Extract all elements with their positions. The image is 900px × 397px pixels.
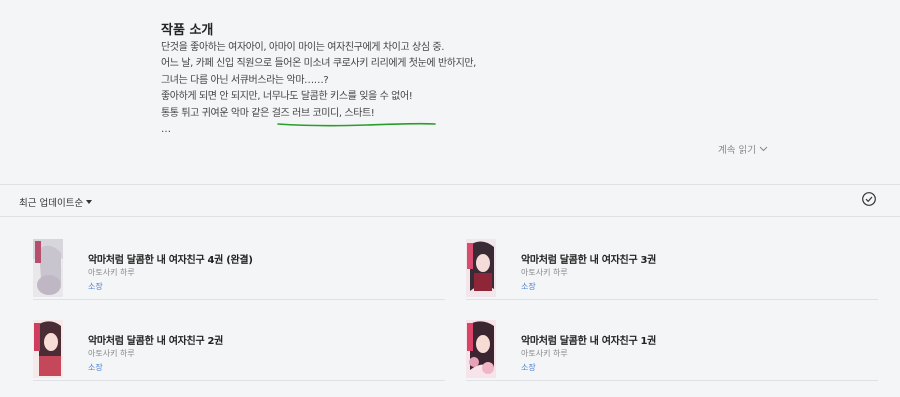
check-circle-icon[interactable]: [861, 191, 877, 207]
read-more-button[interactable]: 계속 읽기: [718, 142, 768, 156]
handwritten-underline: [277, 122, 436, 127]
caret-down-icon: [86, 200, 93, 204]
volume-author[interactable]: 아토사키 하루: [521, 348, 568, 359]
volume-author[interactable]: 아토사키 하루: [88, 267, 135, 278]
chevron-down-icon: [759, 146, 768, 152]
book-cover[interactable]: [33, 239, 63, 297]
volume-list-item[interactable]: 악마처럼 달콤한 내 여자친구 3권 아토사키 하루 소장: [466, 239, 878, 300]
list-toolbar: 최근 업데이트순: [0, 185, 900, 217]
series-intro-section: 작품 소개 단것을 좋아하는 여자아이, 아마이 마이는 여자친구에게 차이고 …: [0, 0, 900, 185]
ownership-status: 소장: [88, 363, 103, 372]
ownership-status: 소장: [88, 282, 103, 291]
intro-line: 단것을 좋아하는 여자아이, 아마이 마이는 여자친구에게 차이고 상심 중.: [161, 42, 444, 53]
volume-list-item[interactable]: 악마처럼 달콤한 내 여자친구 1권 아토사키 하루 소장: [466, 320, 878, 381]
volume-author[interactable]: 아토사키 하루: [88, 348, 135, 359]
sort-label: 최근 업데이트순: [19, 198, 84, 209]
book-cover[interactable]: [33, 320, 63, 378]
intro-line: 그녀는 다름 아닌 서큐버스라는 악마……?: [161, 74, 329, 86]
sort-dropdown[interactable]: 최근 업데이트순: [19, 195, 93, 209]
ownership-status: 소장: [521, 363, 536, 372]
volume-list-item[interactable]: 악마처럼 달콤한 내 여자친구 2권 아토사키 하루 소장: [33, 320, 445, 381]
ownership-status: 소장: [521, 282, 536, 291]
volume-title[interactable]: 악마처럼 달콤한 내 여자친구 2권: [88, 332, 223, 347]
volume-author[interactable]: 아토사키 하루: [521, 267, 568, 278]
intro-line: 어느 날, 카페 신입 직원으로 들어온 미소녀 쿠로사키 리리에게 첫눈에 반…: [161, 58, 476, 70]
volume-title[interactable]: 악마처럼 달콤한 내 여자친구 3권: [521, 251, 656, 266]
book-cover[interactable]: [466, 320, 496, 378]
volume-title[interactable]: 악마처럼 달콤한 내 여자친구 4권 (완결): [88, 251, 253, 266]
volume-title[interactable]: 악마처럼 달콤한 내 여자친구 1권: [521, 332, 656, 347]
read-more-label: 계속 읽기: [718, 145, 756, 156]
book-cover[interactable]: [466, 239, 496, 297]
intro-title: 작품 소개: [161, 23, 214, 38]
intro-line: 좋아하게 되면 안 되지만, 너무나도 달콤한 키스를 잊을 수 없어!: [161, 91, 413, 103]
volume-list-item[interactable]: 악마처럼 달콤한 내 여자친구 4권 (완결) 아토사키 하루 소장: [33, 239, 445, 300]
